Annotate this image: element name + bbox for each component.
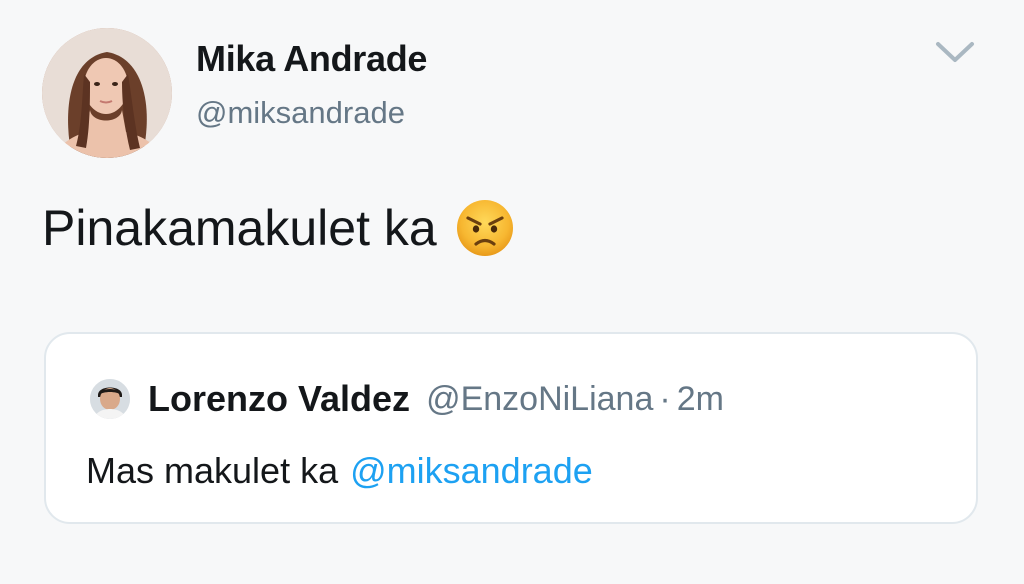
quoted-tweet-card[interactable]: Lorenzo Valdez @EnzoNiLiana · 2m Mas mak…: [44, 332, 978, 524]
quoted-tweet-text-content: Mas makulet ka: [86, 450, 339, 491]
angry-face-icon: [455, 198, 515, 258]
quoted-tweet-header: Lorenzo Valdez @EnzoNiLiana · 2m: [90, 378, 724, 420]
quoted-author-display-name[interactable]: Lorenzo Valdez: [148, 378, 410, 420]
author-handle[interactable]: @miksandrade: [196, 95, 405, 131]
quoted-tweet-text: Mas makulet ka @miksandrade: [86, 450, 593, 492]
tweet-text: Pinakamakulet ka: [42, 198, 515, 258]
chevron-down-icon: [936, 42, 974, 62]
author-display-name[interactable]: Mika Andrade: [196, 38, 427, 80]
quoted-tweet-timestamp[interactable]: 2m: [677, 380, 724, 419]
mention-link[interactable]: @miksandrade: [350, 450, 593, 491]
tweet-menu-button[interactable]: [930, 34, 980, 70]
quoted-author-avatar[interactable]: [90, 379, 130, 419]
separator-dot: ·: [659, 379, 671, 418]
tweet-text-content: Pinakamakulet ka: [42, 200, 437, 256]
quoted-author-avatar-image: [90, 379, 130, 419]
author-avatar-image: [42, 28, 172, 158]
author-avatar[interactable]: [42, 28, 172, 158]
tweet: Mika Andrade @miksandrade Pinakamakulet …: [0, 0, 1024, 584]
quoted-author-handle[interactable]: @EnzoNiLiana: [426, 380, 653, 419]
